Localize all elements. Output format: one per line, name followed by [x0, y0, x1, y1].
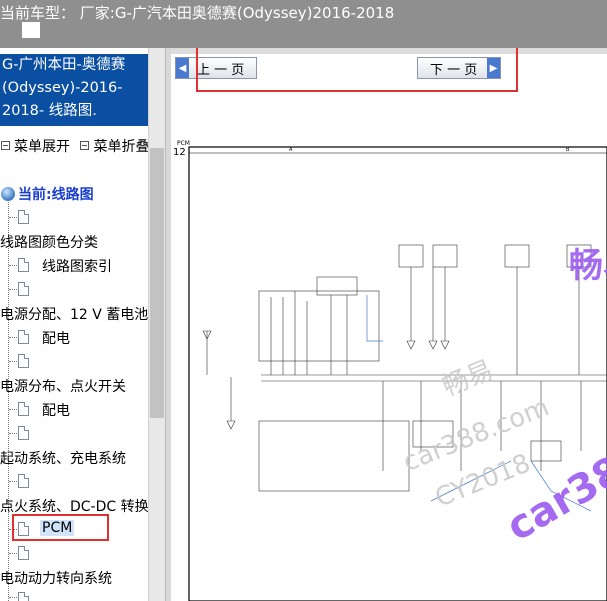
menu-expand-link[interactable]: 菜单展开 — [14, 136, 70, 156]
tree-item-label: 线路图颜色分类 — [0, 235, 98, 251]
diagram-row-number: 12 — [173, 147, 186, 158]
diagram-label-pcm: PCM — [177, 140, 190, 147]
tree-connector — [9, 361, 17, 362]
tree-item-label: 配电 — [42, 331, 70, 347]
document-icon — [18, 258, 29, 272]
tree-item-label: 电源分布、点火开关 — [0, 379, 126, 395]
component-box — [398, 244, 424, 268]
sidebar-header-line: 2018- 线路图. — [2, 103, 97, 119]
sidebar-header-line: G-广州本田-奥德赛 — [2, 57, 126, 73]
tree-folder-item[interactable]: 起动系统、充电系统 — [0, 448, 148, 470]
component-box — [432, 244, 458, 268]
document-icon[interactable] — [18, 592, 29, 601]
menu-collapse-link[interactable]: 菜单折叠 — [93, 136, 148, 156]
tree-guide-line — [8, 196, 9, 601]
tree-folder-item[interactable]: 电源分布、点火开关 — [0, 376, 148, 398]
document-icon[interactable] — [18, 474, 29, 488]
document-icon[interactable] — [18, 282, 29, 296]
tree-leaf-item[interactable]: 配电 — [42, 328, 148, 350]
component-box — [530, 440, 562, 462]
expand-icon — [1, 141, 10, 150]
highlight-box-pcm — [12, 514, 109, 541]
tree-item-label: 配电 — [42, 403, 70, 419]
tree-item-label: 线路图索引 — [42, 259, 112, 275]
highlight-box-nav — [196, 48, 518, 92]
tree-connector — [9, 265, 17, 266]
window-icon — [22, 22, 40, 38]
tree-item-label: 点火系统、DC-DC 转换器 — [0, 499, 148, 515]
menu-toggle-row: 菜单展开 菜单折叠 — [0, 136, 148, 158]
document-icon[interactable] — [18, 426, 29, 440]
tree-connector — [9, 409, 17, 410]
sidebar-header: G-广州本田-奥德赛 (Odyssey)-2016- 2018- 线路图. — [0, 54, 148, 126]
window-titlebar: 当前车型： 厂家:G-广汽本田奥德赛(Odyssey)2016-2018 — [0, 0, 607, 48]
tree-leaf-item[interactable]: 线路图索引 — [42, 256, 148, 278]
tree-item-label: 电源分配、12 V 蓄电池 — [0, 307, 148, 323]
content-pane: ◀ 上 一 页 下 一 页 ▶ PCM 12 A B 畅易 car388.com… — [171, 48, 607, 601]
collapse-icon — [80, 141, 90, 150]
diagram-column-label: A — [289, 147, 293, 153]
arrow-left-icon: ◀ — [176, 58, 189, 78]
tree-connector — [9, 217, 17, 218]
window-title: 当前车型： 厂家:G-广汽本田奥德赛(Odyssey)2016-2018 — [0, 4, 395, 22]
tree-folder-item[interactable]: 线路图颜色分类 — [0, 232, 148, 254]
component-box — [504, 244, 530, 268]
diagram-column-label: B — [566, 147, 570, 153]
ground-symbol — [428, 340, 438, 350]
document-icon[interactable] — [18, 354, 29, 368]
component-box — [316, 276, 358, 296]
scrollbar-thumb[interactable] — [150, 148, 164, 418]
ground-symbol — [226, 420, 236, 430]
ground-symbol — [406, 340, 416, 350]
tree-item-label: 电动动力转向系统 — [0, 571, 112, 587]
document-icon — [18, 330, 29, 344]
globe-icon — [1, 187, 15, 201]
tree-connector — [9, 433, 17, 434]
tree-current-label: 当前:线路图 — [18, 187, 94, 203]
wire — [366, 295, 383, 342]
watermark-purple: 畅易 — [569, 246, 607, 286]
document-icon[interactable] — [18, 546, 29, 560]
tree-current[interactable]: 当前:线路图 — [0, 184, 148, 206]
document-icon — [18, 402, 29, 416]
document-icon[interactable] — [18, 210, 29, 224]
tree-folder-item[interactable]: 电动动力转向系统 — [0, 568, 148, 590]
sidebar-scrollbar[interactable] — [148, 48, 165, 601]
component-box — [258, 290, 380, 362]
tree-connector — [9, 553, 17, 554]
tree-leaf-item[interactable]: 配电 — [42, 400, 148, 422]
tree-item-label: 起动系统、充电系统 — [0, 451, 126, 467]
tree-folder-item[interactable]: 电源分配、12 V 蓄电池 — [0, 304, 148, 326]
sidebar-header-line: (Odyssey)-2016- — [2, 80, 123, 96]
tree-connector — [9, 597, 17, 598]
tree-connector — [9, 481, 17, 482]
ground-symbol — [440, 340, 450, 350]
tree-connector — [9, 337, 17, 338]
tree-connector — [9, 289, 17, 290]
component-box — [258, 420, 410, 492]
